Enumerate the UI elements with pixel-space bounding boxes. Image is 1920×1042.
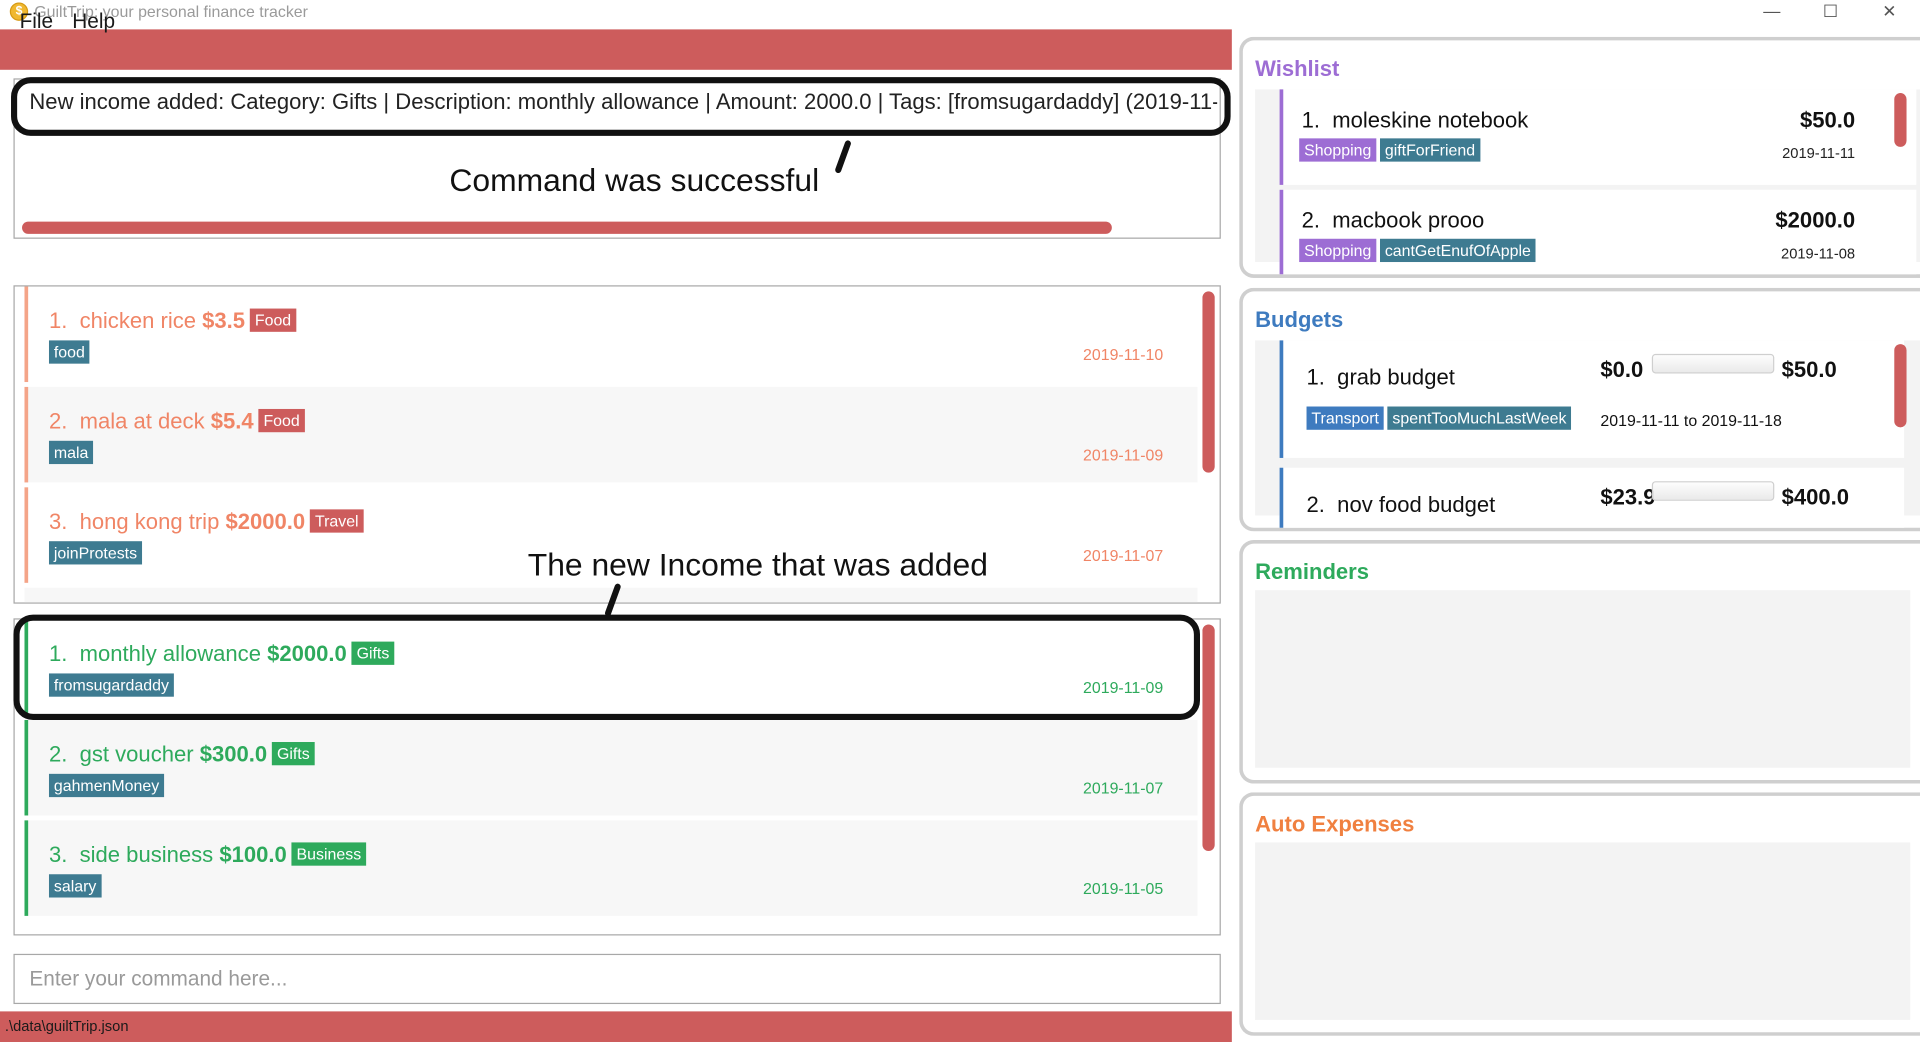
category-tag: Gifts (272, 742, 315, 766)
income-tag: salary (48, 874, 102, 898)
budgets-panel: Budgets 1. grab budget $0.0 $50.0 Transp… (1239, 287, 1920, 532)
maximize-button[interactable]: ☐ (1802, 0, 1858, 24)
income-card[interactable]: 2. gst voucher $300.0 Gifts gahmenMoney 2… (24, 719, 1198, 816)
wishlist-scrollbar[interactable] (1894, 93, 1907, 147)
card-stripe (24, 820, 29, 916)
category-tag: Transport (1306, 406, 1384, 430)
card-stripe (24, 386, 29, 483)
expense-tag: joinProtests (48, 541, 142, 565)
expense-date: 2019-11-10 (1083, 345, 1164, 364)
budget-card[interactable]: 1. grab budget $0.0 $50.0 Transport spent… (1279, 340, 1905, 458)
category-tag: Food (249, 308, 297, 332)
budget-name: 2. nov food budget (1306, 492, 1496, 517)
category-tag: Business (291, 842, 367, 866)
card-stripe (1279, 189, 1284, 275)
auto-expenses-panel: Auto Expenses (1239, 792, 1920, 1036)
category-tag: Travel (310, 509, 364, 533)
reminders-panel: Reminders (1239, 539, 1920, 784)
status-file-path: .\data\guiltTrip.json (4, 1017, 129, 1035)
income-card[interactable]: 3. side business $100.0 Business salary 2… (24, 820, 1198, 916)
wish-card[interactable]: 2. macbook prooo $2000.0 Shopping cantGet… (1279, 189, 1917, 275)
card-stripe (1279, 340, 1284, 458)
budget-spent: $23.9 (1600, 484, 1656, 510)
auto-expenses-title: Auto Expenses (1255, 811, 1415, 837)
budget-period: 2019-11-11 to 2019-11-18 (1600, 411, 1782, 430)
income-date: 2019-11-05 (1083, 879, 1164, 898)
income-title: 3. side business $100.0 Business (49, 842, 367, 868)
expense-title: 2. mala at deck $5.4 Food (49, 408, 305, 435)
budget-progress-bar (1651, 353, 1775, 374)
income-title: 2. gst voucher $300.0 Gifts (49, 742, 315, 768)
wishlist-title: Wishlist (1255, 56, 1340, 81)
status-bar (0, 1011, 1232, 1042)
menu-bar (0, 29, 1232, 70)
budget-card[interactable]: 2. nov food budget $23.9 $400.0 (1279, 467, 1905, 528)
budget-tag: spentTooMuchLastWeek (1387, 406, 1572, 430)
expense-scrollbar[interactable] (1202, 291, 1215, 473)
annotation-income-box (13, 614, 1201, 720)
category-tag: Food (258, 408, 305, 433)
command-input[interactable] (13, 953, 1221, 1005)
wish-card[interactable]: 1. moleskine notebook $50.0 Shopping gift… (1279, 89, 1917, 185)
card-stripe (24, 286, 29, 383)
income-tag: gahmenMoney (48, 773, 165, 798)
card-stripe (1279, 89, 1284, 185)
budget-name: 1. grab budget (1306, 364, 1455, 390)
result-progress-bar (22, 221, 1112, 234)
wish-amount: $50.0 (1799, 107, 1856, 133)
minimize-button[interactable]: — (1744, 0, 1800, 24)
budget-spent: $0.0 (1600, 357, 1644, 383)
wish-tag: cantGetEnufOfApple (1379, 238, 1536, 263)
budgets-scrollbar[interactable] (1894, 344, 1907, 428)
expense-card[interactable]: 1. chicken rice $3.5 Food food 2019-11-10 (24, 286, 1197, 383)
wish-date: 2019-11-11 (1782, 144, 1856, 162)
auto-expenses-list[interactable] (1255, 842, 1911, 1020)
wish-amount: $2000.0 (1775, 208, 1856, 233)
annotation-result-label: Command was successful (449, 161, 820, 199)
close-button[interactable]: ✕ (1861, 0, 1917, 24)
wish-name: 1. moleskine notebook (1301, 107, 1529, 133)
annotation-income-label: The new Income that was added (527, 546, 988, 583)
wish-name: 2. macbook prooo (1301, 208, 1485, 233)
wish-tags: Shopping cantGetEnufOfApple (1299, 238, 1539, 263)
menu-file[interactable]: File (20, 10, 54, 34)
wish-date: 2019-11-08 (1781, 244, 1856, 263)
expense-card[interactable]: 2. mala at deck $5.4 Food mala 2019-11-09 (24, 386, 1198, 483)
budgets-list[interactable]: 1. grab budget $0.0 $50.0 Transport spent… (1255, 340, 1920, 528)
budget-total: $400.0 (1781, 484, 1850, 510)
wishlist-panel: Wishlist 1. moleskine notebook $50.0 Sho… (1239, 36, 1920, 278)
expense-title: 3. hong kong trip $2000.0 Travel (49, 509, 364, 535)
expense-tag: mala (48, 440, 94, 465)
card-stripe (24, 487, 29, 583)
income-date: 2019-11-07 (1083, 778, 1164, 798)
card-stripe (1279, 467, 1284, 528)
annotation-result-box (11, 77, 1231, 136)
menu-help[interactable]: Help (72, 10, 115, 34)
reminders-list[interactable] (1255, 590, 1911, 768)
budgets-title: Budgets (1255, 307, 1344, 332)
expense-title: 1. chicken rice $3.5 Food (49, 308, 297, 335)
card-stripe (24, 719, 29, 816)
reminders-title: Reminders (1255, 559, 1370, 585)
budget-progress-bar (1651, 481, 1775, 501)
budget-total: $50.0 (1781, 357, 1837, 383)
income-scrollbar[interactable] (1202, 624, 1215, 851)
wish-tags: Shopping giftForFriend (1299, 138, 1483, 162)
budget-tags: Transport spentTooMuchLastWeek (1306, 406, 1576, 430)
expense-date: 2019-11-09 (1083, 445, 1164, 465)
wishlist-list[interactable]: 1. moleskine notebook $50.0 Shopping gift… (1255, 89, 1920, 275)
category-tag: Shopping (1299, 238, 1377, 263)
category-tag: Shopping (1299, 138, 1377, 162)
expense-date: 2019-11-07 (1083, 546, 1164, 565)
expense-tag: food (48, 340, 90, 364)
wish-tag: giftForFriend (1379, 138, 1480, 162)
